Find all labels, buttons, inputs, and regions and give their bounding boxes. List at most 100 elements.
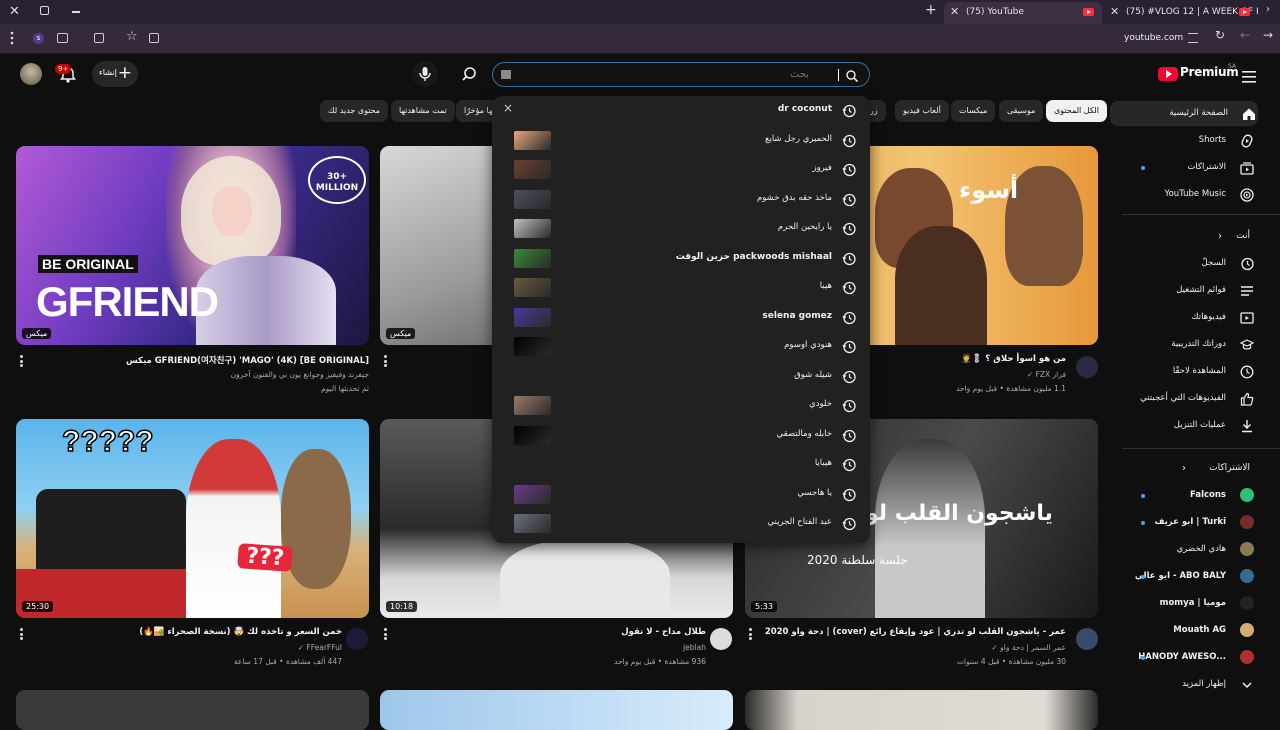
back-icon[interactable]: → bbox=[1263, 28, 1273, 42]
your-videos-icon bbox=[1240, 311, 1254, 325]
avatar[interactable] bbox=[20, 63, 42, 85]
suggestion-item[interactable]: خابله ومالتصقي bbox=[492, 421, 870, 451]
forward-icon[interactable]: ← bbox=[1240, 28, 1250, 42]
chip-new[interactable]: محتوى جديد لك bbox=[320, 100, 389, 122]
playlists-icon bbox=[1240, 284, 1254, 298]
sidebar-item-youtube-music[interactable]: YouTube Music bbox=[1132, 182, 1256, 207]
search-icon[interactable] bbox=[458, 63, 480, 85]
sidebar-sub-turki[interactable]: ابو عريف | Turki bbox=[1132, 510, 1256, 535]
search-box[interactable] bbox=[492, 62, 870, 87]
sidebar-item-shorts[interactable]: Shorts bbox=[1132, 128, 1256, 153]
video-title[interactable]: GFRIEND(여자친구) 'MAGO' (4K) [BE ORIGINAL] … bbox=[126, 354, 369, 366]
new-tab-icon[interactable]: + bbox=[925, 2, 937, 18]
share-icon[interactable] bbox=[149, 33, 159, 43]
restore-window-icon[interactable] bbox=[40, 6, 49, 15]
sidebar-sub-hadi[interactable]: هادي الخضري bbox=[1132, 537, 1256, 562]
thumbnail-person bbox=[895, 226, 987, 345]
suggestion-item[interactable]: يا هاجسي bbox=[492, 480, 870, 510]
more-options-icon[interactable] bbox=[382, 627, 388, 641]
suggestion-item[interactable]: هيبايا bbox=[492, 450, 870, 480]
chip-all[interactable]: الكل المحتوى bbox=[1046, 100, 1107, 122]
bookmark-star-icon[interactable]: ☆ bbox=[126, 29, 138, 44]
suggestion-item[interactable]: الحميري رجل شايع bbox=[492, 126, 870, 156]
search-field-icon[interactable] bbox=[845, 68, 859, 83]
suggestion-item[interactable]: selena gomez bbox=[492, 303, 870, 333]
video-title[interactable]: خمن السعر و تاخذه لك 🤯 (نسخة الصحراء 🏜️🔥… bbox=[139, 627, 342, 637]
video-channel[interactable]: FFearFFul ✓ bbox=[298, 643, 342, 652]
suggestion-item[interactable]: هنودي اوسوم bbox=[492, 332, 870, 362]
url-text[interactable]: youtube.com bbox=[1124, 33, 1183, 43]
history-icon bbox=[842, 428, 856, 442]
menu-hamburger-icon[interactable] bbox=[1242, 68, 1256, 83]
suggestion-item[interactable]: packwoods mishaal حزين الوقت bbox=[492, 244, 870, 274]
more-options-icon[interactable] bbox=[747, 627, 753, 641]
sidebar-sub-mouath[interactable]: Mouath AG bbox=[1132, 618, 1256, 643]
voice-search-icon[interactable] bbox=[412, 61, 438, 87]
sidebar-item-your-videos[interactable]: فيديوهاتك bbox=[1132, 305, 1256, 330]
close-window-icon[interactable]: ✕ bbox=[9, 4, 20, 19]
sidebar-subscriptions-header[interactable]: الاشتراكات › bbox=[1132, 456, 1256, 481]
suggestion-item[interactable]: يا رايحين الحرم bbox=[492, 214, 870, 244]
sidebar-sub-momya[interactable]: momya | مومیا bbox=[1132, 591, 1256, 616]
sidebar-you-header[interactable]: أنت › bbox=[1132, 224, 1256, 249]
channel-avatar[interactable] bbox=[710, 628, 732, 650]
more-options-icon[interactable] bbox=[18, 627, 24, 641]
chip-watched[interactable]: تمت مشاهدتها bbox=[391, 100, 455, 122]
tab-close-icon[interactable]: ✕ bbox=[1110, 2, 1119, 22]
video-thumbnail[interactable] bbox=[745, 690, 1098, 730]
youtube-premium-logo[interactable]: Premium SA bbox=[1158, 63, 1239, 83]
tab-strip-chevron-icon[interactable]: › bbox=[1266, 4, 1270, 15]
sidebar-sub-hanody[interactable]: HANODY AWESO... bbox=[1132, 645, 1256, 670]
sidebar-item-liked-videos[interactable]: الفيديوهات التي أعجبتني bbox=[1132, 386, 1256, 411]
sidebar-item-courses[interactable]: دوراتك التدريبية bbox=[1132, 332, 1256, 357]
video-channel[interactable]: جيفرند وفيفيز وجوانغ يون بي والفنون آخرو… bbox=[231, 370, 369, 379]
extension-icon[interactable] bbox=[57, 33, 68, 43]
sidebar-item-watch-later[interactable]: المشاهدة لاحقًا bbox=[1132, 359, 1256, 384]
channel-avatar[interactable] bbox=[1076, 628, 1098, 650]
video-title[interactable]: من هو اسوأ حلاق ؟ 💈🤵 bbox=[961, 354, 1066, 364]
chip-games[interactable]: ألعاب فيديو bbox=[895, 100, 949, 122]
puzzle-icon[interactable] bbox=[94, 33, 104, 43]
tab-youtube[interactable]: ✕ (75) YouTube bbox=[944, 2, 1102, 24]
suggestion-item[interactable]: dr coconut bbox=[492, 96, 870, 126]
minimize-window-icon[interactable] bbox=[72, 11, 80, 13]
sidebar-item-home[interactable]: الصفحة الرئيسية bbox=[1110, 101, 1258, 126]
video-thumbnail[interactable]: ????? ??? 25:30 bbox=[16, 419, 369, 618]
more-options-icon[interactable] bbox=[18, 354, 24, 368]
channel-avatar[interactable] bbox=[1076, 356, 1098, 378]
chip-music[interactable]: موسيقى bbox=[999, 100, 1044, 122]
suggestion-item[interactable]: شيله شوق bbox=[492, 362, 870, 392]
suggestion-item[interactable]: عبد الفتاح الجريني bbox=[492, 509, 870, 539]
search-input[interactable] bbox=[499, 67, 809, 82]
create-button[interactable]: + إنشاء bbox=[92, 61, 138, 87]
reload-icon[interactable]: ↻ bbox=[1215, 28, 1225, 42]
sidebar-show-more[interactable]: إظهار المزيد bbox=[1132, 672, 1256, 697]
sidebar-sub-falcons[interactable]: Falcons bbox=[1132, 483, 1256, 508]
suggestion-item[interactable]: فيروز bbox=[492, 155, 870, 185]
video-channel[interactable]: عمر السمر | دحة واو ✓ bbox=[991, 643, 1066, 652]
tab-close-icon[interactable]: ✕ bbox=[950, 2, 959, 22]
profile-icon[interactable]: s bbox=[33, 33, 44, 44]
sidebar-item-history[interactable]: السجلّ bbox=[1132, 251, 1256, 276]
sidebar-item-playlists[interactable]: قوائم التشغيل bbox=[1132, 278, 1256, 303]
more-options-icon[interactable] bbox=[382, 354, 388, 368]
sidebar-item-downloads[interactable]: عمليات التنزيل bbox=[1132, 413, 1256, 438]
sidebar-item-subscriptions[interactable]: الاشتراكات bbox=[1132, 155, 1256, 180]
channel-avatar[interactable] bbox=[346, 628, 368, 650]
video-thumbnail[interactable] bbox=[16, 690, 369, 730]
video-channel[interactable]: فراز FZX ✓ bbox=[1027, 370, 1066, 379]
sidebar-divider bbox=[1122, 214, 1280, 215]
suggestion-item[interactable]: ماخذ حقه بدق خشوم bbox=[492, 185, 870, 215]
menu-dots-icon[interactable] bbox=[10, 30, 14, 46]
video-thumbnail[interactable]: BE ORIGINAL GFRIEND 30+ MILLION ميكس bbox=[16, 146, 369, 345]
video-title[interactable]: عمر - ياشجون القلب لو تدري | عود وإيقاع … bbox=[765, 627, 1066, 637]
video-thumbnail[interactable] bbox=[380, 690, 733, 730]
tab-vlog[interactable]: ✕ (75) #VLOG 12 | A WEEK OF FU bbox=[1104, 2, 1258, 24]
suggestion-item[interactable]: خلودي bbox=[492, 391, 870, 421]
site-settings-icon[interactable] bbox=[1188, 33, 1198, 43]
video-title[interactable]: طلال مداح - لا تقول bbox=[621, 627, 706, 637]
suggestion-item[interactable]: هيبا bbox=[492, 273, 870, 303]
sidebar-sub-abobaly[interactable]: ابو عالي - ABO BALY bbox=[1132, 564, 1256, 589]
chip-mixes[interactable]: ميكسات bbox=[951, 100, 996, 122]
video-channel[interactable]: jeblah bbox=[683, 643, 706, 652]
